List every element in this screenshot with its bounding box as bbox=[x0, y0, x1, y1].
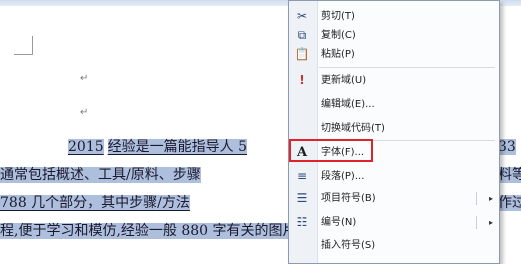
selected-text: 788 几个部分，其中步骤/方法 bbox=[0, 195, 190, 211]
paragraph-mark: ↵ bbox=[80, 107, 89, 118]
bullets-icon: ☰ bbox=[296, 191, 308, 205]
font-item-highlight-box bbox=[289, 139, 373, 162]
menu-item-numbering[interactable]: ☷ 编号(N) ▸ bbox=[289, 213, 499, 232]
menu-item-bullets[interactable]: ☰ 项目符号(B) ▸ bbox=[289, 189, 499, 208]
menu-item-label: 剪切(T) bbox=[321, 11, 355, 22]
menu-item-copy[interactable]: ⧉ 复制(C) bbox=[289, 26, 499, 45]
text-line-2[interactable]: 通常包括概述、工具/原料、步骤 bbox=[0, 164, 201, 186]
menu-item-label: 切换域代码(T) bbox=[321, 123, 385, 134]
menu-item-label: 插入符号(S) bbox=[321, 240, 376, 251]
menu-item-update-field[interactable]: ! 更新域(U) bbox=[289, 71, 499, 90]
selected-text: 经验是一篇能指导人 5 bbox=[107, 139, 247, 155]
menu-item-cut[interactable]: ✂ 剪切(T) bbox=[289, 7, 499, 26]
menu-item-label: 粘贴(P) bbox=[321, 49, 355, 60]
paragraph-icon: ≡ bbox=[296, 169, 308, 183]
menu-item-paste[interactable]: 📋 粘贴(P) bbox=[289, 45, 499, 64]
submenu-arrow-icon[interactable]: ▸ bbox=[489, 213, 493, 232]
menu-item-label: 编辑域(E)... bbox=[321, 99, 375, 110]
selected-text: 通常包括概述、工具/原料、步骤 bbox=[0, 167, 201, 183]
paste-icon: 📋 bbox=[294, 47, 310, 61]
paragraph-mark: ↵ bbox=[80, 73, 89, 84]
selected-text: 33 bbox=[498, 139, 516, 155]
text-line-2-tail: 料等 bbox=[498, 164, 521, 186]
menu-item-edit-field[interactable]: 编辑域(E)... bbox=[289, 95, 499, 114]
menu-item-label: 复制(C) bbox=[321, 30, 356, 41]
margin-corner-mark bbox=[14, 36, 33, 55]
menu-item-label: 项目符号(B) bbox=[321, 193, 376, 204]
submenu-divider bbox=[476, 216, 477, 229]
menu-item-insert-symbol[interactable]: 插入符号(S) bbox=[289, 236, 499, 255]
scissors-icon: ✂ bbox=[296, 9, 308, 23]
selected-text: 2015 bbox=[68, 139, 104, 155]
numbering-icon: ☷ bbox=[296, 215, 308, 229]
menu-item-label: 编号(N) bbox=[321, 217, 357, 228]
menu-item-label: 段落(P)... bbox=[321, 171, 365, 182]
copy-icon: ⧉ bbox=[297, 28, 307, 42]
selected-text: 作过 bbox=[498, 195, 521, 211]
context-menu: ✂ 剪切(T) ⧉ 复制(C) 📋 粘贴(P) ! 更新域(U) 编辑域(E).… bbox=[288, 0, 500, 264]
text-line-1[interactable]: 2015 经验是一篇能指导人 5 bbox=[68, 136, 247, 158]
text-line-3[interactable]: 788 几个部分，其中步骤/方法 bbox=[0, 192, 190, 214]
menu-item-label: 更新域(U) bbox=[321, 75, 367, 86]
menu-item-paragraph[interactable]: ≡ 段落(P)... bbox=[289, 167, 499, 186]
menu-item-toggle-field-codes[interactable]: 切换域代码(T) bbox=[289, 119, 499, 138]
text-line-1-tail: 33 bbox=[498, 136, 516, 158]
submenu-divider bbox=[476, 192, 477, 205]
update-field-icon: ! bbox=[299, 73, 305, 87]
submenu-arrow-icon[interactable]: ▸ bbox=[489, 189, 493, 208]
selected-text: 料等 bbox=[498, 167, 521, 183]
text-line-3-tail: 作过 bbox=[498, 192, 521, 214]
menu-separator bbox=[319, 67, 495, 68]
